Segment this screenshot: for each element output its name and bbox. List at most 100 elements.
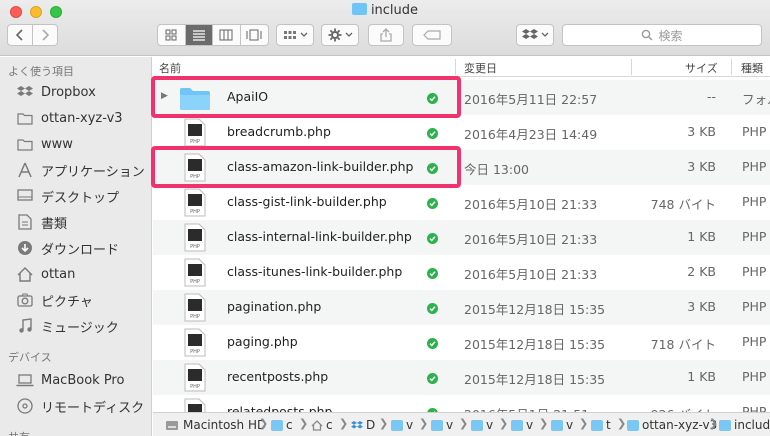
chevron-down-icon: [300, 32, 307, 37]
search-icon: [642, 29, 653, 41]
column-header: 名前 変更日 サイズ 種類: [153, 57, 770, 77]
gallery-view-button[interactable]: [241, 25, 268, 45]
back-forward-control: [7, 24, 58, 46]
folder-icon: [627, 419, 639, 431]
file-row-class-internal-link-builder[interactable]: PHP class-internal-link-builder.php 2016…: [153, 220, 770, 255]
folder-icon: [351, 3, 367, 15]
favorites-header: よく使う項目: [8, 65, 74, 78]
folder-icon: [471, 419, 483, 431]
list-view-button[interactable]: [185, 25, 213, 45]
folder-icon: [16, 136, 34, 152]
path-item-1[interactable]: c: [271, 418, 293, 432]
path-item-4[interactable]: v: [391, 418, 413, 432]
svg-text:PHP: PHP: [190, 279, 200, 285]
sidebar-item-ottan-xyz-v3[interactable]: ottan-xyz-v3: [16, 107, 123, 129]
folder-icon: [431, 419, 443, 431]
file-row-recentposts[interactable]: PHP recentposts.php 2015年12月18日 15:35 1 …: [153, 360, 770, 395]
sidebar-item-remote-disc[interactable]: リモートディスク: [16, 395, 144, 417]
path-item-6[interactable]: v: [471, 418, 493, 432]
svg-text:PHP: PHP: [190, 139, 200, 145]
file-row-breadcrumb[interactable]: PHP breadcrumb.php 2016年4月23日 14:49 3 KB…: [153, 115, 770, 150]
tags-button[interactable]: [412, 24, 452, 46]
folder-icon: [591, 419, 603, 431]
hard-drive-icon: [166, 420, 178, 430]
camera-icon: [16, 292, 34, 308]
sidebar-item-pictures[interactable]: ピクチャ: [16, 289, 93, 311]
php-file-icon: PHP: [184, 118, 206, 147]
sidebar-item-dropbox[interactable]: Dropbox: [16, 81, 96, 103]
window-title: include: [0, 3, 770, 18]
column-view-button[interactable]: [213, 25, 241, 45]
sidebar-item-music[interactable]: ミュージック: [16, 315, 119, 337]
arrange-button[interactable]: [276, 24, 314, 46]
path-item-5[interactable]: v: [431, 418, 453, 432]
folder-icon: [511, 419, 523, 431]
sync-check-icon: [427, 303, 438, 314]
action-button[interactable]: [321, 24, 359, 46]
path-item-7[interactable]: v: [511, 418, 533, 432]
column-kind[interactable]: 種類: [741, 60, 763, 76]
desktop-icon: [16, 188, 34, 204]
back-button[interactable]: [8, 25, 33, 45]
path-item-3[interactable]: D: [351, 418, 375, 432]
columns-icon: [219, 29, 233, 41]
file-row-paging[interactable]: PHP paging.php 2015年12月18日 15:35 718 バイト…: [153, 325, 770, 360]
chevron-left-icon: [15, 29, 23, 41]
folder-icon: [391, 419, 403, 431]
search-field[interactable]: 検索: [562, 24, 762, 46]
file-row-class-itunes-link-builder[interactable]: PHP class-itunes-link-builder.php 2016年5…: [153, 255, 770, 290]
sync-check-icon: [427, 128, 438, 139]
chevron-down-icon: [541, 32, 548, 37]
path-item-9[interactable]: t: [591, 418, 611, 432]
applications-icon: [16, 162, 34, 178]
file-row-class-amazon-link-builder[interactable]: PHP class-amazon-link-builder.php 今日 13:…: [153, 150, 770, 185]
svg-text:PHP: PHP: [190, 209, 200, 215]
sidebar-item-desktop[interactable]: デスクトップ: [16, 185, 119, 207]
sync-check-icon: [427, 198, 438, 209]
disclosure-triangle-icon[interactable]: ▶: [161, 91, 168, 101]
folder-icon: [16, 110, 34, 126]
svg-text:PHP: PHP: [190, 349, 200, 355]
php-file-icon: PHP: [184, 363, 206, 392]
column-size[interactable]: サイズ: [685, 60, 718, 76]
path-item-ottan-xyz-v3[interactable]: ottan-xyz-v3: [627, 418, 717, 432]
sidebar-item-applications[interactable]: アプリケーション: [16, 159, 145, 181]
dropbox-icon: [521, 29, 538, 39]
sidebar-item-home[interactable]: ottan: [16, 263, 75, 285]
title-bar: include 検索: [0, 0, 770, 56]
sidebar-item-documents[interactable]: 書類: [16, 211, 67, 233]
php-file-icon: PHP: [184, 188, 206, 217]
dropbox-icon: [16, 84, 34, 100]
path-item-include[interactable]: include: [719, 418, 770, 432]
chevron-right-icon: [42, 29, 49, 41]
sidebar: よく使う項目 Dropbox ottan-xyz-v3 www アプリケーション…: [0, 57, 152, 436]
php-file-icon: PHP: [184, 328, 206, 357]
icon-view-button[interactable]: [158, 25, 186, 45]
file-row-apaiio[interactable]: ▶ ApaiIO 2016年5月11日 22:57 -- フォル: [153, 80, 770, 115]
music-icon: [16, 318, 34, 334]
php-file-icon: PHP: [184, 293, 206, 322]
file-row-class-gist-link-builder[interactable]: PHP class-gist-link-builder.php 2016年5月1…: [153, 185, 770, 220]
column-name[interactable]: 名前: [159, 60, 181, 76]
sync-check-icon: [427, 373, 438, 384]
folder-icon: [551, 419, 563, 431]
sync-check-icon: [427, 93, 438, 104]
folder-icon: [271, 419, 283, 431]
sidebar-item-macbook-pro[interactable]: MacBook Pro: [16, 369, 124, 391]
disc-icon: [16, 398, 34, 414]
svg-text:PHP: PHP: [190, 314, 200, 320]
forward-button[interactable]: [33, 25, 57, 45]
path-bar: Macintosh HD ❯ c ❯ c ❯ D ❯ v ❯ v ❯ v ❯ v…: [153, 412, 770, 436]
path-item-macintosh-hd[interactable]: Macintosh HD: [165, 418, 266, 432]
svg-text:PHP: PHP: [190, 244, 200, 250]
dropbox-button[interactable]: [516, 24, 554, 46]
svg-text:PHP: PHP: [190, 174, 200, 180]
sidebar-item-www[interactable]: www: [16, 133, 73, 155]
column-modified[interactable]: 変更日: [464, 60, 497, 76]
path-item-2[interactable]: c: [311, 418, 333, 432]
path-item-8[interactable]: v: [551, 418, 573, 432]
php-file-icon: PHP: [184, 153, 206, 182]
sidebar-item-downloads[interactable]: ダウンロード: [16, 237, 119, 259]
file-row-pagination[interactable]: PHP pagination.php 2015年12月18日 15:35 3 K…: [153, 290, 770, 325]
share-button[interactable]: [368, 24, 404, 46]
